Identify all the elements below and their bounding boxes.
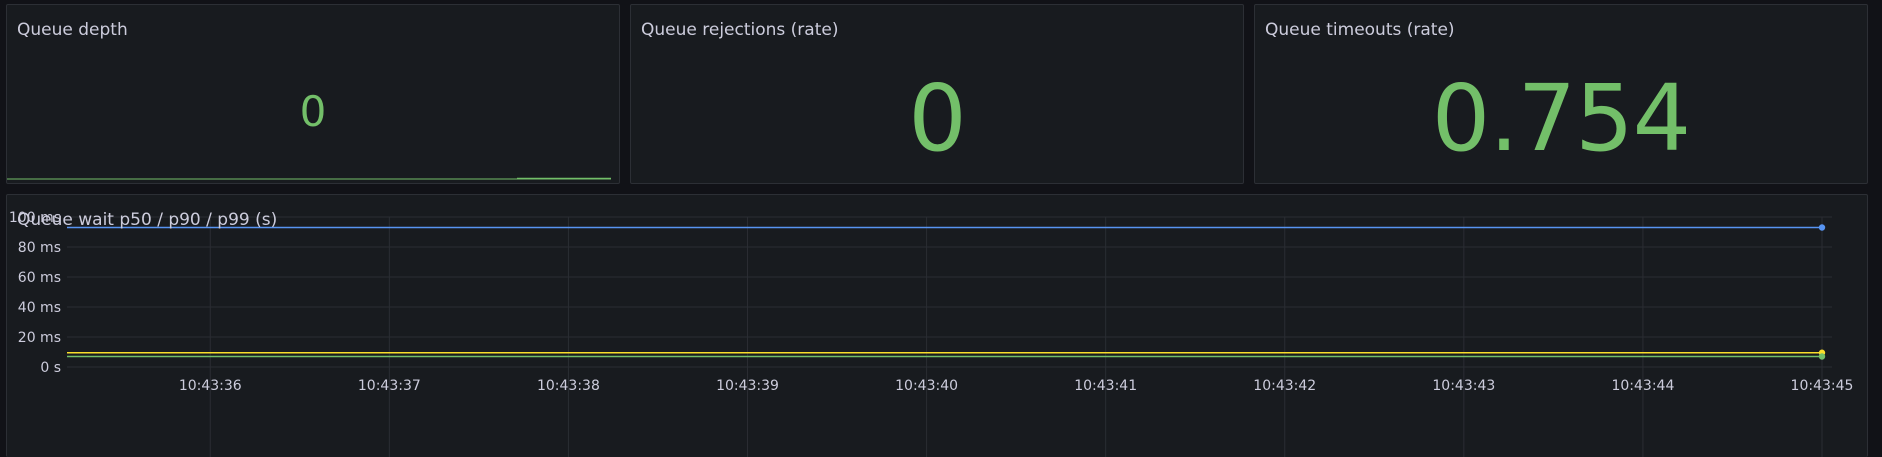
x-tick-label: 10:43:41 [1074, 378, 1137, 394]
queue-wait-chart[interactable]: 100 ms80 ms60 ms40 ms20 ms0 s10:43:36 10:… [7, 195, 1867, 457]
y-tick-label: 80 ms [18, 240, 61, 256]
y-tick-label: 40 ms [18, 300, 61, 316]
series-end-point [1818, 224, 1826, 231]
x-tick-label: 10:43:44 [1611, 378, 1674, 394]
queue-wait-title[interactable]: Queue wait p50 / p90 / p99 (s) [17, 210, 277, 230]
queue-timeouts-value: 0.754 [1431, 65, 1691, 172]
queue-rejections-value: 0 [908, 65, 967, 172]
queue-rejections-title[interactable]: Queue rejections (rate) [641, 20, 838, 40]
queue-depth-panel[interactable]: Queue depth 0 [6, 4, 620, 184]
queue-depth-value: 0 [299, 87, 327, 136]
queue-timeouts-title[interactable]: Queue timeouts (rate) [1265, 20, 1455, 40]
x-tick-label: 10:43:37 [358, 378, 421, 394]
y-tick-label: 0 s [40, 360, 61, 376]
queue-wait-panel[interactable]: Queue wait p50 / p90 / p99 (s) 100 ms 80 … [6, 194, 1868, 457]
x-tick-label: 10:43:39 [716, 378, 779, 394]
y-tick-label: 20 ms [18, 330, 61, 346]
x-tick-label: 10:43:38 [537, 378, 600, 394]
series-end-point [1818, 353, 1826, 360]
y-tick-label: 60 ms [18, 270, 61, 286]
queue-depth-sparkline [7, 177, 611, 180]
x-tick-label: 10:43:45 [1791, 378, 1854, 394]
x-tick-label: 10:43:43 [1432, 378, 1495, 394]
queue-depth-title[interactable]: Queue depth [17, 20, 128, 40]
x-tick-label: 10:43:40 [895, 378, 958, 394]
x-tick-label: 10:43:36 [179, 378, 242, 394]
x-tick-label: 10:43:42 [1253, 378, 1316, 394]
queue-timeouts-panel[interactable]: Queue timeouts (rate) 0.754 [1254, 4, 1868, 184]
queue-rejections-panel[interactable]: Queue rejections (rate) 0 [630, 4, 1244, 184]
